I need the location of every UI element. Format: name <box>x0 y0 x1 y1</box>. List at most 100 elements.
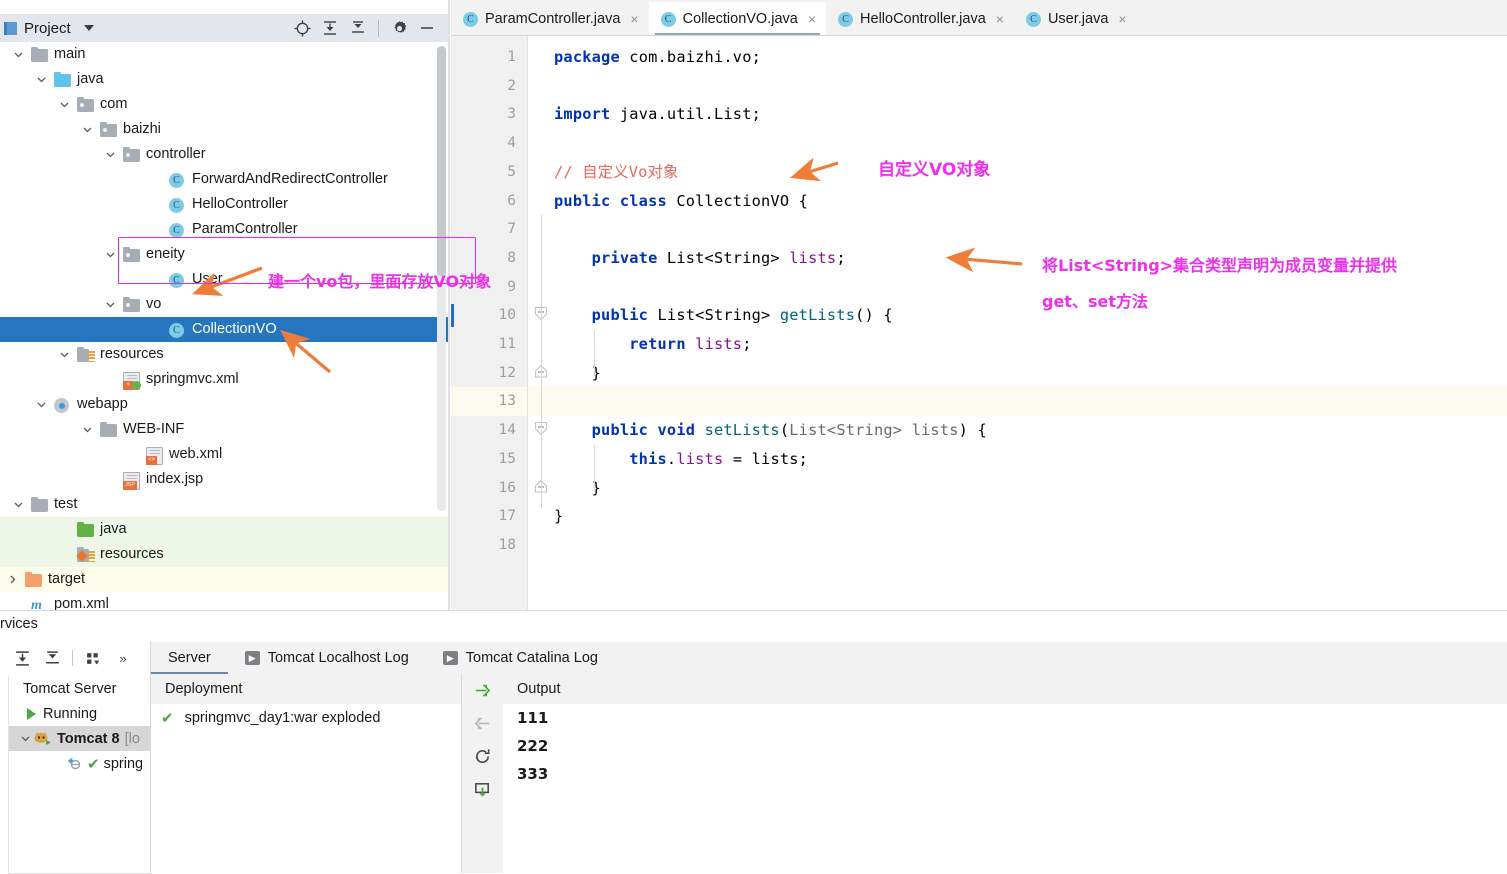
code-token: lists <box>695 335 743 353</box>
gear-icon[interactable] <box>386 16 412 40</box>
tree-row-index-jsp[interactable]: JSP index.jsp <box>0 467 450 492</box>
tree-row-resources[interactable]: resources <box>0 342 450 367</box>
editor-code-area[interactable]: package com.baizhi.vo; import java.util.L… <box>554 36 1507 610</box>
service-row-running[interactable]: Running <box>9 701 151 726</box>
chevron-down-icon[interactable] <box>102 242 118 267</box>
redeploy-icon[interactable] <box>462 740 503 773</box>
line-number: 15 <box>498 450 516 467</box>
service-row-spring[interactable]: ✔ spring <box>9 751 151 776</box>
service-row-tomcat-server[interactable]: Tomcat Server <box>9 676 151 701</box>
chevron-down-icon[interactable] <box>102 292 118 317</box>
tree-row-baizhi[interactable]: baizhi <box>0 117 450 142</box>
class-icon: C <box>169 172 184 188</box>
editor-tab-collectionvo[interactable]: C CollectionVO.java × <box>648 2 827 36</box>
tree-row-web-xml[interactable]: <> web.xml <box>0 442 450 467</box>
tree-row-controller[interactable]: controller <box>0 142 450 167</box>
code-token: public <box>554 306 658 325</box>
code-line: public class CollectionVO { <box>554 187 808 216</box>
tree-row-vo[interactable]: vo <box>0 292 450 317</box>
project-toolbar-icons <box>289 16 450 40</box>
deploy-icon[interactable] <box>462 674 503 707</box>
toolbar-separator <box>72 650 73 666</box>
chevron-down-icon[interactable] <box>33 392 49 417</box>
services-content: Deployment Output ✔ springmvc_day1:war ex… <box>151 674 1507 873</box>
chevron-down-icon[interactable] <box>83 25 94 31</box>
undeploy-icon[interactable] <box>462 707 503 740</box>
tree-row-java[interactable]: java <box>0 67 450 92</box>
code-line: package com.baizhi.vo; <box>554 43 761 72</box>
tree-item-label: web.xml <box>169 446 223 462</box>
service-row-tomcat-8[interactable]: Tomcat 8 [lo <box>9 726 151 751</box>
services-tab-server[interactable]: Server <box>151 642 228 674</box>
code-line: import java.util.List; <box>554 100 761 129</box>
tree-item-label: index.jsp <box>146 471 204 487</box>
tree-row-java[interactable]: java <box>0 517 450 542</box>
output-header: Output <box>503 674 1507 705</box>
line-number: 10 <box>498 307 516 324</box>
close-icon[interactable]: × <box>808 12 816 26</box>
code-line: // 自定义Vo对象 <box>554 158 679 187</box>
code-token: lists <box>676 449 724 468</box>
editor-tab-label: ParamController.java <box>485 11 621 27</box>
chevron-down-icon[interactable] <box>79 417 95 442</box>
chevron-down-icon[interactable] <box>33 67 49 92</box>
close-icon[interactable]: × <box>996 12 1004 26</box>
chevron-down-icon[interactable] <box>10 42 26 67</box>
collapse-all-icon[interactable] <box>345 16 371 40</box>
tree-row-main[interactable]: main <box>0 42 450 67</box>
editor-fold-column[interactable] <box>528 36 554 610</box>
services-tab-tomcat-localhost-log[interactable]: ▶ Tomcat Localhost Log <box>228 642 426 674</box>
project-title-group[interactable]: Project <box>0 20 94 37</box>
minimize-icon[interactable] <box>414 16 440 40</box>
tree-row-test[interactable]: test <box>0 492 450 517</box>
tree-row-hellocontroller[interactable]: C HelloController <box>0 192 450 217</box>
editor-tab-hellocontroller[interactable]: C HelloController.java × <box>826 2 1014 36</box>
tree-row-forwardandredirectcontroller[interactable]: C ForwardAndRedirectController <box>0 167 450 192</box>
close-icon[interactable]: × <box>1118 12 1126 26</box>
chevron-down-icon[interactable] <box>79 117 95 142</box>
services-tab-label: Tomcat Catalina Log <box>465 650 598 666</box>
editor-tab-paramcontroller[interactable]: C ParamController.java × <box>451 2 649 36</box>
more-icon[interactable]: » <box>109 645 137 671</box>
chevron-down-icon[interactable] <box>10 492 26 517</box>
tree-row-springmvc-xml[interactable]: < springmvc.xml <box>0 367 450 392</box>
tree-item-label: ForwardAndRedirectController <box>192 171 388 187</box>
group-icon[interactable] <box>79 645 107 671</box>
code-token: this <box>554 449 667 468</box>
tree-row-pom-xml[interactable]: m pom.xml <box>0 592 450 610</box>
services-tab-tomcat-catalina-log[interactable]: ▶ Tomcat Catalina Log <box>426 642 615 674</box>
code-token: List<String> lists <box>789 421 959 440</box>
chevron-right-icon[interactable] <box>4 567 20 592</box>
project-tree[interactable]: main java com baizhi controller C ForwardAndRe… <box>0 42 450 610</box>
collapse-all-icon[interactable] <box>38 645 66 671</box>
deployment-row[interactable]: ✔ springmvc_day1:war exploded <box>151 704 461 732</box>
expand-all-icon[interactable] <box>317 16 343 40</box>
chevron-down-icon[interactable] <box>17 726 33 751</box>
editor-tab-bar: C ParamController.java × C CollectionVO.java… <box>451 0 1507 36</box>
close-icon[interactable]: × <box>630 12 638 26</box>
chevron-down-icon[interactable] <box>102 142 118 167</box>
locate-icon[interactable] <box>289 16 315 40</box>
tree-row-collectionvo[interactable]: C CollectionVO <box>0 317 450 342</box>
editor-tab-user[interactable]: C User.java × <box>1014 2 1137 36</box>
tree-item-label: vo <box>146 296 162 312</box>
services-tab-label: Tomcat Localhost Log <box>267 650 409 666</box>
chevron-down-icon[interactable] <box>56 92 72 117</box>
tree-row-web-inf[interactable]: WEB-INF <box>0 417 450 442</box>
line-number: 13 <box>498 393 516 410</box>
editor-gutter[interactable]: 1 2 3 4 5 6 7 8 9 10 11 12 13 14 15 16 17 18 <box>451 36 528 610</box>
services-tree[interactable]: Tomcat Server Running Tomcat 8 [lo ✔ spring <box>8 676 152 874</box>
deployment-list[interactable]: ✔ springmvc_day1:war exploded <box>151 704 461 873</box>
folder-grey <box>31 496 48 513</box>
tree-item-label: resources <box>100 546 164 562</box>
tree-row-com[interactable]: com <box>0 92 450 117</box>
tree-row-webapp[interactable]: webapp <box>0 392 450 417</box>
check-icon: ✔ <box>161 710 174 727</box>
tree-row-resources[interactable]: resources <box>0 542 450 567</box>
chevron-down-icon[interactable] <box>56 342 72 367</box>
line-number: 1 <box>507 49 516 65</box>
download-icon[interactable] <box>462 773 503 806</box>
tree-row-target[interactable]: target <box>0 567 450 592</box>
expand-all-icon[interactable] <box>8 645 36 671</box>
